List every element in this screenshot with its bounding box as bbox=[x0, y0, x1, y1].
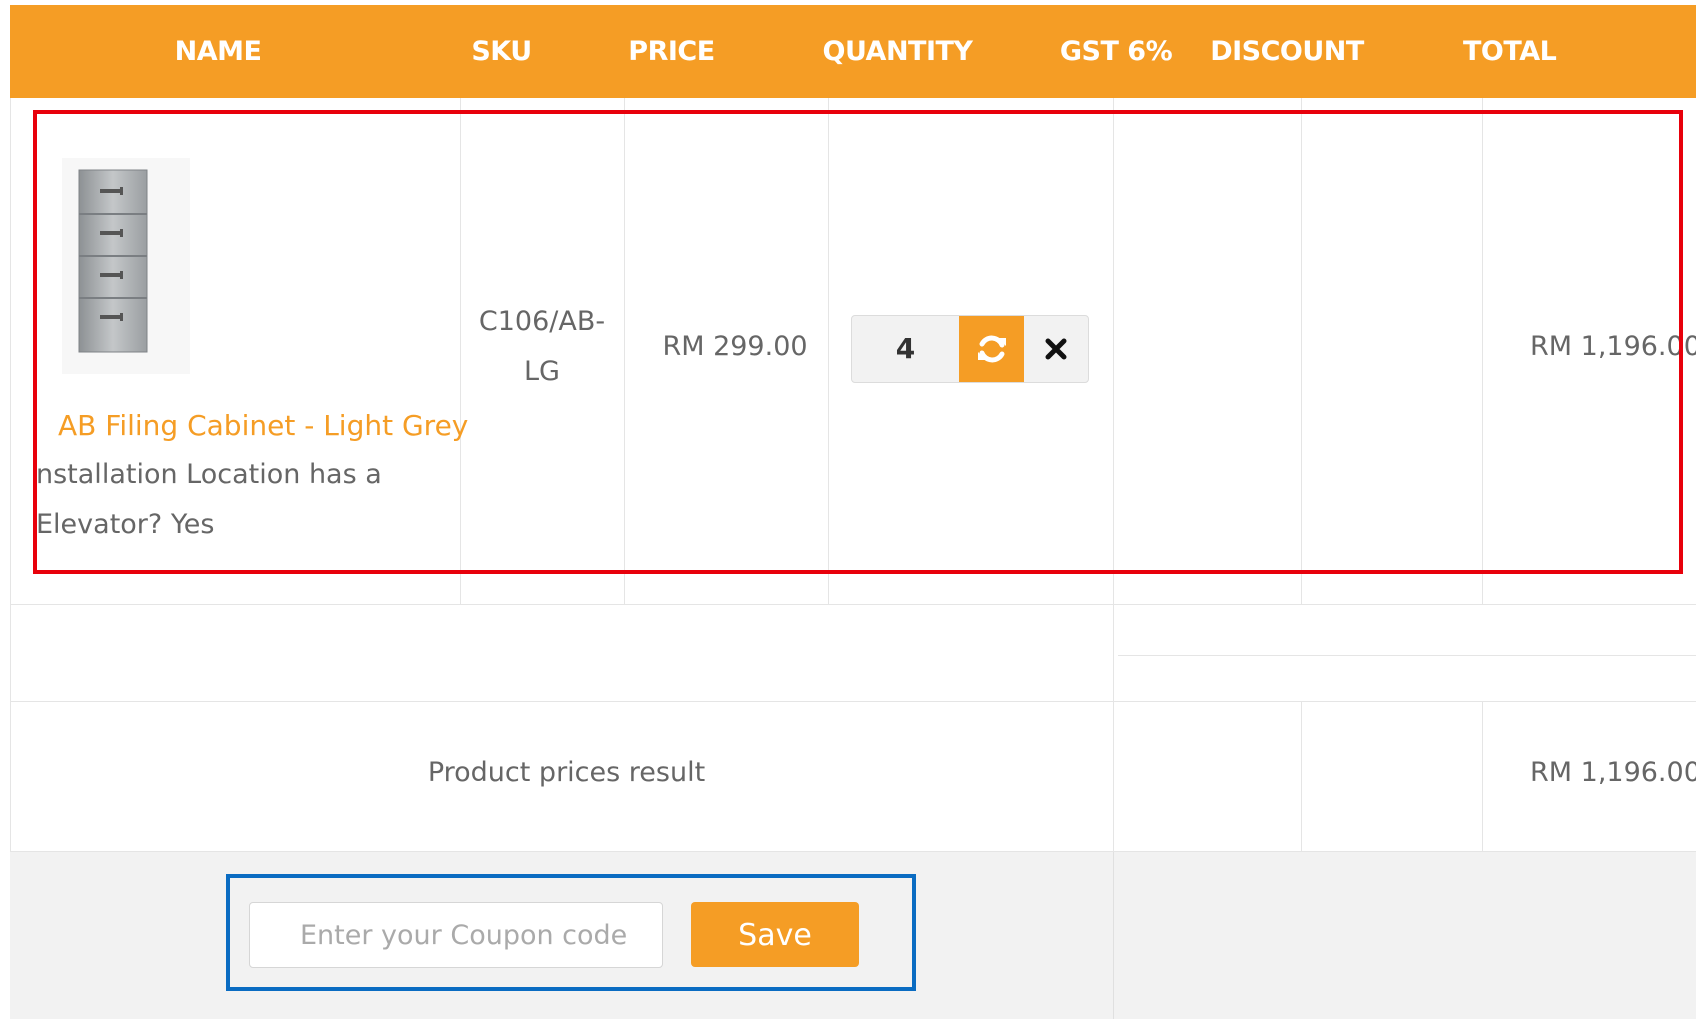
coupon-code-input[interactable] bbox=[249, 902, 663, 968]
product-sku: LG bbox=[524, 356, 560, 387]
column-header-discount: DISCOUNT bbox=[1210, 36, 1364, 67]
close-icon bbox=[1045, 338, 1067, 360]
remove-item-button[interactable] bbox=[1024, 316, 1088, 382]
row-divider bbox=[10, 604, 1696, 605]
column-header-gst: GST 6% bbox=[1059, 36, 1173, 67]
column-header-quantity: QUANTITY bbox=[822, 36, 973, 67]
column-header-price: PRICE bbox=[628, 36, 715, 67]
column-header-sku: SKU bbox=[471, 36, 532, 67]
summary-label: Product prices result bbox=[427, 757, 706, 788]
quantity-value[interactable]: 4 bbox=[852, 316, 959, 382]
row-divider bbox=[1118, 655, 1696, 656]
column-divider bbox=[1113, 852, 1114, 1019]
update-quantity-button[interactable] bbox=[959, 316, 1024, 382]
cart-table-header: NAME SKU PRICE QUANTITY GST 6% DISCOUNT … bbox=[10, 5, 1696, 98]
column-divider bbox=[1482, 701, 1483, 852]
filing-cabinet-image bbox=[62, 158, 190, 374]
product-price: RM 299.00 bbox=[662, 331, 808, 362]
column-divider bbox=[624, 98, 625, 604]
column-divider bbox=[1301, 701, 1302, 852]
line-total: RM 1,196.00 bbox=[1530, 331, 1696, 362]
product-name-link[interactable]: AB Filing Cabinet - Light Grey bbox=[58, 409, 468, 442]
product-option-line: Elevator? Yes bbox=[36, 509, 215, 540]
product-image[interactable] bbox=[62, 158, 190, 374]
product-sku: C106/AB- bbox=[478, 306, 606, 337]
column-divider bbox=[460, 98, 461, 604]
column-header-name: NAME bbox=[174, 36, 262, 67]
quantity-stepper: 4 bbox=[851, 315, 1089, 383]
product-option-line: nstallation Location has a bbox=[36, 459, 382, 490]
column-header-total: TOTAL bbox=[1463, 36, 1557, 67]
save-coupon-button[interactable]: Save bbox=[691, 902, 859, 967]
row-divider bbox=[10, 701, 1696, 702]
summary-total: RM 1,196.00 bbox=[1530, 757, 1696, 788]
refresh-icon bbox=[977, 335, 1006, 363]
column-divider bbox=[828, 98, 829, 604]
column-divider bbox=[1482, 98, 1483, 604]
column-divider bbox=[1301, 98, 1302, 604]
